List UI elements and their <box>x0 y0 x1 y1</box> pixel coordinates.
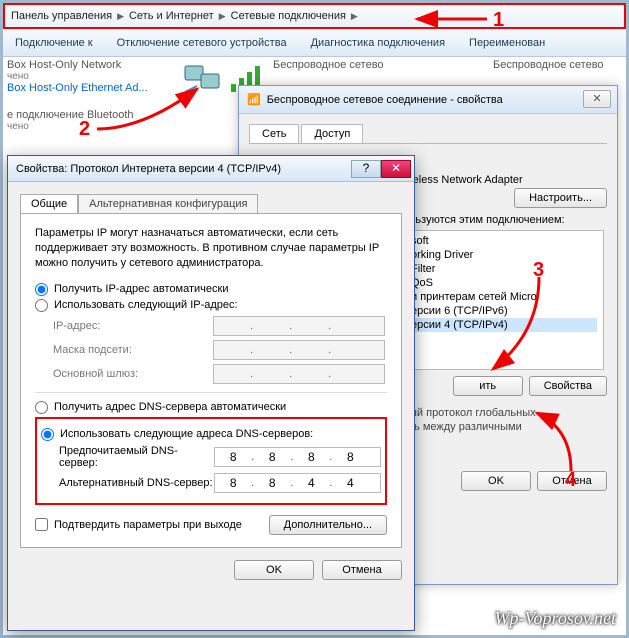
list-item[interactable]: soft <box>411 234 597 248</box>
radio-label: Использовать следующие адреса DNS-сервер… <box>60 428 313 440</box>
preferred-dns-input[interactable]: . . . <box>214 447 381 467</box>
dns-octet[interactable] <box>332 450 368 464</box>
dns-octet[interactable] <box>215 450 251 464</box>
connection-item[interactable]: Беспроводное сетево <box>273 59 473 71</box>
radio-label: Получить IP-адрес автоматически <box>54 283 228 295</box>
connection-title: Box Host-Only Network <box>7 59 207 71</box>
connection-title: Беспроводное сетево <box>493 59 629 71</box>
radio-label: Использовать следующий IP-адрес: <box>54 299 238 311</box>
wifi-icon: 📶 <box>247 93 261 106</box>
checkbox-label: Подтвердить параметры при выходе <box>54 519 242 531</box>
arrow-icon <box>483 273 553 373</box>
ok-button[interactable]: OK <box>461 471 531 491</box>
help-button[interactable]: ? <box>351 160 381 178</box>
toolbar-disable[interactable]: Отключение сетевого устройства <box>105 37 299 49</box>
window-title: Свойства: Протокол Интернета версии 4 (T… <box>16 163 281 175</box>
uses-label: льзуются этим подключением: <box>409 214 607 226</box>
cancel-button[interactable]: Отмена <box>322 560 402 580</box>
annotation-number: 1 <box>493 9 504 32</box>
window-ipv4-properties: Свойства: Протокол Интернета версии 4 (T… <box>7 155 415 631</box>
intro-text: Параметры IP могут назначаться автоматич… <box>35 226 387 271</box>
adapter-label: reless Network Adapter <box>409 174 607 186</box>
label-dns1: Предпочитаемый DNS-сервер: <box>59 445 214 469</box>
dns-octet[interactable] <box>254 476 290 490</box>
label-mask: Маска подсети: <box>53 344 213 356</box>
radio-label: Получить адрес DNS-сервера автоматически <box>54 401 286 413</box>
tab-network[interactable]: Сеть <box>249 124 299 143</box>
properties-button[interactable]: Свойства <box>529 376 607 396</box>
watermark: Wp-Voprosov.net <box>495 608 616 629</box>
subnet-mask-input: ... <box>213 340 385 360</box>
breadcrumb[interactable]: Панель управления ▶ Сеть и Интернет ▶ Се… <box>3 3 626 29</box>
window-title: Беспроводное сетевое соединение - свойст… <box>267 94 503 106</box>
dns-octet[interactable] <box>215 476 251 490</box>
dns-octet[interactable] <box>293 450 329 464</box>
radio-ip-auto[interactable] <box>35 283 48 296</box>
titlebar[interactable]: Свойства: Протокол Интернета версии 4 (T… <box>8 156 414 182</box>
toolbar-connect[interactable]: Подключение к <box>3 37 105 49</box>
toolbar-diagnose[interactable]: Диагностика подключения <box>299 37 457 49</box>
advanced-button[interactable]: Дополнительно... <box>269 515 387 535</box>
chevron-right-icon: ▶ <box>351 11 358 22</box>
ok-button[interactable]: OK <box>234 560 314 580</box>
radio-dns-manual[interactable] <box>41 428 54 441</box>
dns-octet[interactable] <box>332 476 368 490</box>
connection-status: чено <box>7 71 207 82</box>
tab-row: Сеть Доступ <box>249 124 607 144</box>
label-dns2: Альтернативный DNS-сервер: <box>59 477 214 489</box>
toolbar: Подключение к Отключение сетевого устрой… <box>3 29 626 57</box>
tab-alt-config[interactable]: Альтернативная конфигурация <box>78 194 258 213</box>
dns-octet[interactable] <box>293 476 329 490</box>
install-button[interactable]: ить <box>453 376 523 396</box>
dns-manual-group: Использовать следующие адреса DNS-сервер… <box>35 417 387 505</box>
breadcrumb-item[interactable]: Панель управления <box>11 10 112 22</box>
dns-octet[interactable] <box>254 450 290 464</box>
arrow-icon <box>93 83 203 133</box>
tab-panel: Параметры IP могут назначаться автоматич… <box>20 213 402 548</box>
connection-title: Беспроводное сетево <box>273 59 473 71</box>
arrow-icon <box>531 409 581 475</box>
radio-dns-auto[interactable] <box>35 401 48 414</box>
chevron-right-icon: ▶ <box>117 11 124 22</box>
configure-button[interactable]: Настроить... <box>514 188 607 208</box>
close-button[interactable]: ✕ <box>583 90 611 108</box>
tab-general[interactable]: Общие <box>20 194 78 213</box>
checkbox-validate[interactable] <box>35 518 48 531</box>
breadcrumb-item[interactable]: Сеть и Интернет <box>129 10 214 22</box>
titlebar[interactable]: 📶 Беспроводное сетевое соединение - свой… <box>239 86 617 114</box>
radio-ip-manual[interactable] <box>35 299 48 312</box>
label-gateway: Основной шлюз: <box>53 368 213 380</box>
close-button[interactable]: ✕ <box>381 160 411 178</box>
list-item[interactable]: orking Driver <box>411 248 597 262</box>
label-ip: IP-адрес: <box>53 320 213 332</box>
tab-access[interactable]: Доступ <box>301 124 363 143</box>
arrow-icon <box>413 9 489 29</box>
ip-address-input: ... <box>213 316 385 336</box>
gateway-input: ... <box>213 364 385 384</box>
connection-item[interactable]: Беспроводное сетево <box>493 59 629 71</box>
alternate-dns-input[interactable]: . . . <box>214 473 381 493</box>
annotation-number: 2 <box>79 118 90 141</box>
chevron-right-icon: ▶ <box>219 11 226 22</box>
breadcrumb-item[interactable]: Сетевые подключения <box>231 10 346 22</box>
toolbar-rename[interactable]: Переименован <box>457 37 557 49</box>
